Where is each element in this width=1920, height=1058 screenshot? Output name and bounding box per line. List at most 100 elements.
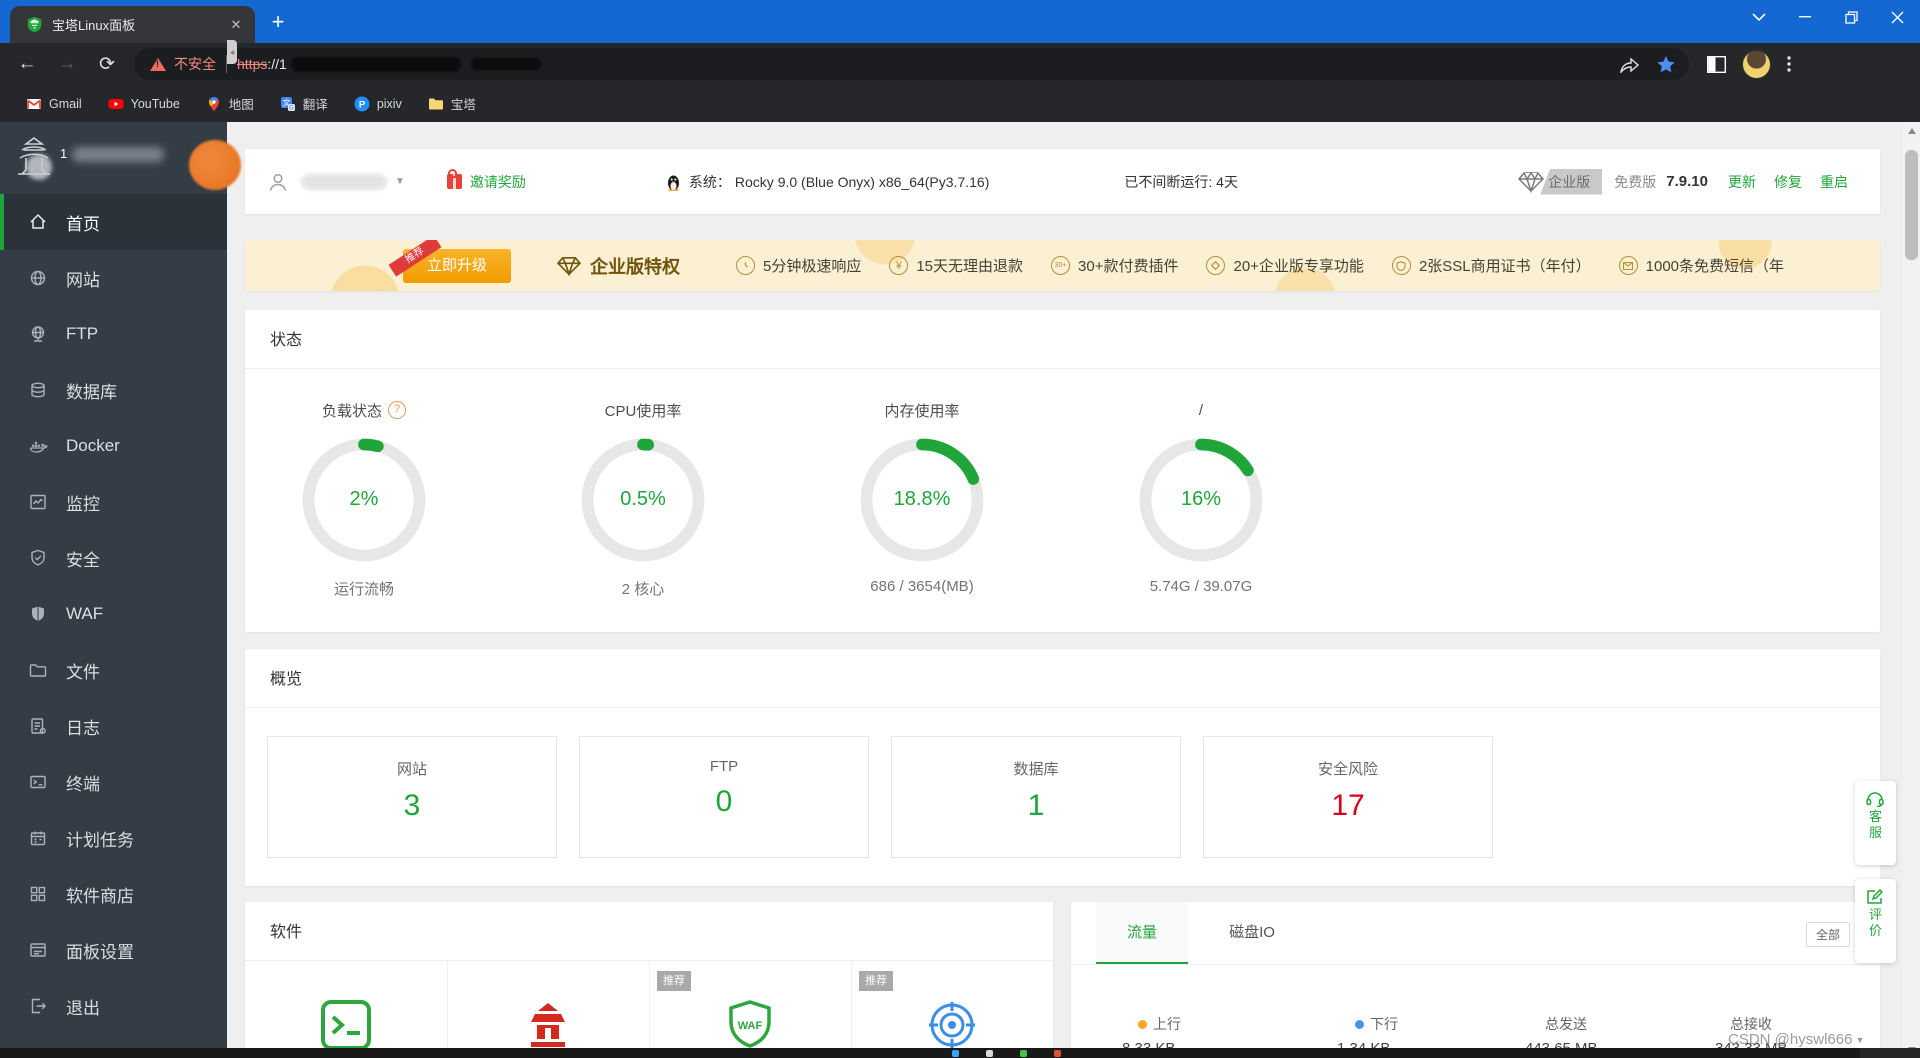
enterprise-badge[interactable]: 企业版 [1540, 168, 1603, 195]
bookmark-label: YouTube [130, 96, 180, 111]
restart-link[interactable]: 重启 [1820, 172, 1848, 192]
tab-close-icon[interactable]: ✕ [227, 16, 245, 34]
bookmark-label: pixiv [376, 96, 402, 111]
reload-icon[interactable]: ⟳ [94, 53, 120, 76]
window-minimize-button[interactable] [1782, 0, 1828, 34]
panel-settings-icon [30, 943, 46, 957]
bookmark-translate[interactable]: 文G 翻译 [280, 94, 328, 113]
customer-service-button[interactable]: 客服 [1855, 781, 1896, 865]
tab-search-icon[interactable] [1736, 0, 1782, 34]
taskbar-tray[interactable] [1860, 1048, 1920, 1058]
upgrade-banner: 推荐 立即升级 企业版特权 5分钟极速响应 ¥ 15天无理由退款 30+ 30+… [245, 240, 1880, 291]
sidebar-item-home[interactable]: 首页 [0, 194, 227, 250]
back-icon[interactable]: ← [14, 53, 40, 75]
address-bar[interactable]: 不安全 https ://1 [134, 48, 1689, 80]
window-restore-button[interactable] [1828, 0, 1874, 34]
gauge-value: 0.5% [620, 488, 666, 510]
new-tab-button[interactable]: + [264, 9, 292, 37]
sidebar-item-files[interactable]: 文件 [0, 642, 227, 698]
help-icon[interactable]: ? [388, 401, 406, 419]
clock-icon [736, 256, 755, 275]
sidebar-item-waf[interactable]: WAF [0, 586, 227, 642]
review-button[interactable]: 评价 [1855, 879, 1896, 963]
taskbar-icon[interactable] [952, 1050, 959, 1057]
gauge-label: 内存使用率 [884, 402, 960, 420]
update-link[interactable]: 更新 [1728, 172, 1756, 192]
sidebar-item-terminal[interactable]: 终端 [0, 754, 227, 810]
forward-icon[interactable]: → [54, 53, 80, 75]
tab-disk-io[interactable]: 磁盘IO [1206, 902, 1298, 964]
baota-app-icon[interactable] [523, 1000, 573, 1048]
sidebar-collapse-handle[interactable]: ◂ [227, 40, 237, 64]
sidebar-item-docker[interactable]: Docker [0, 418, 227, 474]
share-icon[interactable] [1620, 56, 1639, 73]
not-secure-warning-icon[interactable] [150, 57, 166, 71]
notice-blob [189, 140, 241, 190]
sidebar-item-ftp[interactable]: FTP [0, 306, 227, 362]
globe-icon [30, 270, 46, 286]
sidebar-item-cron[interactable]: 计划任务 [0, 810, 227, 866]
browser-menu-icon[interactable] [1787, 56, 1791, 72]
sidebar-item-monitor[interactable]: 监控 [0, 474, 227, 530]
sidebar-item-website[interactable]: 网站 [0, 250, 227, 306]
invite-reward-link[interactable]: 邀请奖励 [470, 172, 526, 192]
gauge-load[interactable]: 负载状态? 2% 运行流畅 [254, 398, 474, 599]
overview-box-security-risk[interactable]: 安全风险 17 [1203, 736, 1493, 858]
bookmark-pixiv[interactable]: P pixiv [354, 96, 402, 112]
overview-box-website[interactable]: 网站 3 [267, 736, 557, 858]
page-scrollbar[interactable] [1903, 122, 1920, 1058]
sidebar-logo-row[interactable]: 1 [0, 122, 241, 194]
sidebar-item-label: 数据库 [66, 382, 117, 402]
sidebar-item-logout[interactable]: 退出 [0, 978, 227, 1034]
side-panel-icon[interactable] [1707, 55, 1726, 73]
chevron-down-icon[interactable]: ▼ [395, 176, 405, 187]
gauge-memory[interactable]: 内存使用率 18.8% 686 / 3654(MB) [812, 398, 1032, 595]
banner-feature: 2张SSL商用证书（年付） [1391, 255, 1591, 276]
all-button[interactable]: 全部 [1805, 922, 1850, 947]
sidebar-item-logs[interactable]: 日志 [0, 698, 227, 754]
window-close-button[interactable] [1874, 0, 1920, 34]
browser-tab[interactable]: 宝塔Linux面板 ✕ [10, 6, 255, 43]
taskbar-icon[interactable] [1020, 1050, 1027, 1057]
terminal-app-icon[interactable] [321, 1000, 371, 1048]
sidebar-item-appstore[interactable]: 软件商店 [0, 866, 227, 922]
taskbar-icon[interactable] [986, 1050, 993, 1057]
maps-pin-icon [208, 96, 219, 111]
bookmark-gmail[interactable]: Gmail [26, 96, 82, 112]
bookmark-youtube[interactable]: YouTube [108, 96, 180, 112]
overview-box-database[interactable]: 数据库 1 [891, 736, 1181, 858]
user-icon[interactable] [267, 171, 289, 193]
scrollbar-thumb[interactable] [1905, 150, 1918, 260]
server-name-text: 1 [60, 146, 68, 161]
waf-app-icon[interactable]: WAF [725, 1000, 775, 1048]
sidebar-item-settings[interactable]: 面板设置 [0, 922, 227, 978]
gauge-cpu[interactable]: CPU使用率 0.5% 2 核心 [533, 398, 753, 599]
scroll-up-icon[interactable] [1903, 122, 1920, 139]
upgrade-now-button[interactable]: 推荐 立即升级 [388, 240, 511, 283]
gauge-disk-root[interactable]: / 16% 5.74G / 39.07G [1091, 398, 1311, 595]
bookmark-maps[interactable]: 地图 [206, 94, 254, 113]
sidebar-item-security[interactable]: 安全 [0, 530, 227, 586]
monitor-report-app-icon[interactable] [927, 1000, 977, 1048]
windows-taskbar-edge[interactable] [0, 1048, 1920, 1058]
enterprise-diamond-icon [1518, 171, 1545, 193]
legend-upstream[interactable]: 上行 [1138, 1014, 1181, 1034]
sidebar-item-label: 日志 [66, 718, 100, 738]
ssl-shield-icon [1391, 256, 1411, 275]
overview-box-ftp[interactable]: FTP 0 [579, 736, 869, 858]
browser-tab-bar: 宝塔Linux面板 ✕ + [0, 0, 1920, 43]
sidebar-item-label: WAF [66, 604, 104, 623]
sidebar-item-label: 面板设置 [66, 942, 134, 962]
username-redaction[interactable] [301, 173, 387, 190]
bookmark-label: Gmail [49, 96, 82, 111]
repair-link[interactable]: 修复 [1774, 172, 1802, 192]
bookmark-star-icon[interactable] [1657, 55, 1675, 73]
taskbar-icon[interactable] [1054, 1050, 1061, 1057]
tab-traffic[interactable]: 流量 [1096, 902, 1188, 964]
bookmark-baota-folder[interactable]: 宝塔 [428, 94, 476, 113]
sidebar-item-database[interactable]: 数据库 [0, 362, 227, 418]
profile-avatar[interactable] [1742, 49, 1771, 79]
headset-icon [1866, 792, 1884, 807]
legend-downstream[interactable]: 下行 [1355, 1014, 1398, 1034]
not-secure-label[interactable]: 不安全 [174, 54, 216, 74]
